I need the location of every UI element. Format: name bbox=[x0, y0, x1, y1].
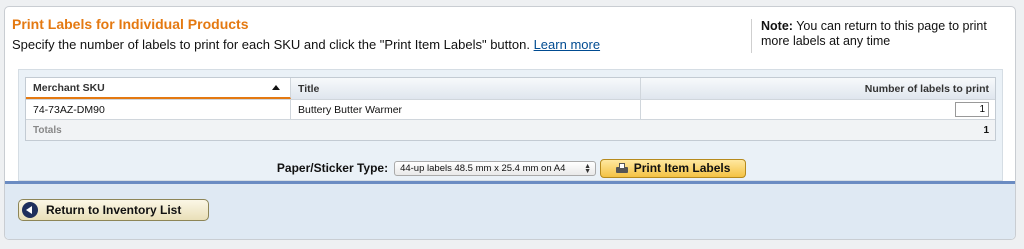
column-header-title[interactable]: Title bbox=[291, 78, 641, 99]
page-description: Specify the number of labels to print fo… bbox=[12, 37, 600, 52]
select-arrows-icon: ▲ ▼ bbox=[584, 162, 592, 175]
description-text: Specify the number of labels to print fo… bbox=[12, 37, 530, 52]
paper-type-label: Paper/Sticker Type: bbox=[276, 161, 389, 175]
labels-table: Merchant SKU Title Number of labels to p… bbox=[25, 77, 996, 141]
return-button-label: Return to Inventory List bbox=[46, 203, 182, 217]
totals-value: 1 bbox=[983, 124, 989, 136]
note-label: Note: bbox=[761, 19, 793, 33]
note-box: Note: You can return to this page to pri… bbox=[751, 19, 1009, 53]
sort-ascending-icon[interactable] bbox=[272, 85, 280, 90]
totals-label: Totals bbox=[33, 124, 62, 136]
paper-type-selected: 44-up labels 48.5 mm x 25.4 mm on A4 bbox=[400, 162, 566, 174]
return-to-inventory-button[interactable]: Return to Inventory List bbox=[18, 199, 209, 221]
learn-more-link[interactable]: Learn more bbox=[534, 37, 600, 52]
print-button-label: Print Item Labels bbox=[633, 161, 731, 175]
column-header-label-count[interactable]: Number of labels to print bbox=[641, 78, 995, 99]
cell-title: Buttery Butter Warmer bbox=[291, 100, 641, 119]
column-label-label-count: Number of labels to print bbox=[864, 82, 989, 95]
table-row: 74-73AZ-DM90 Buttery Butter Warmer bbox=[26, 100, 995, 120]
label-count-input[interactable] bbox=[955, 102, 989, 117]
labels-grid-section: Merchant SKU Title Number of labels to p… bbox=[18, 69, 1003, 181]
column-label-merchant-sku: Merchant SKU bbox=[33, 81, 105, 94]
footer-bar: Return to Inventory List bbox=[5, 181, 1015, 239]
cell-sku: 74-73AZ-DM90 bbox=[26, 100, 291, 119]
totals-spacer bbox=[291, 120, 641, 140]
back-arrow-icon bbox=[22, 202, 38, 218]
print-item-labels-button[interactable]: Print Item Labels bbox=[600, 158, 747, 178]
page-title: Print Labels for Individual Products bbox=[12, 16, 249, 32]
totals-row: Totals 1 bbox=[26, 120, 995, 140]
print-labels-panel: Print Labels for Individual Products Spe… bbox=[4, 6, 1016, 240]
paper-type-select[interactable]: 44-up labels 48.5 mm x 25.4 mm on A4 ▲ ▼ bbox=[394, 160, 597, 176]
column-header-merchant-sku[interactable]: Merchant SKU bbox=[26, 78, 291, 99]
cell-label-count bbox=[641, 100, 995, 119]
table-header: Merchant SKU Title Number of labels to p… bbox=[26, 78, 995, 100]
printer-icon bbox=[615, 162, 628, 174]
note-text: You can return to this page to print mor… bbox=[761, 19, 987, 48]
column-label-title: Title bbox=[298, 82, 320, 95]
paper-type-row: Paper/Sticker Type: 44-up labels 48.5 mm… bbox=[19, 158, 1004, 178]
